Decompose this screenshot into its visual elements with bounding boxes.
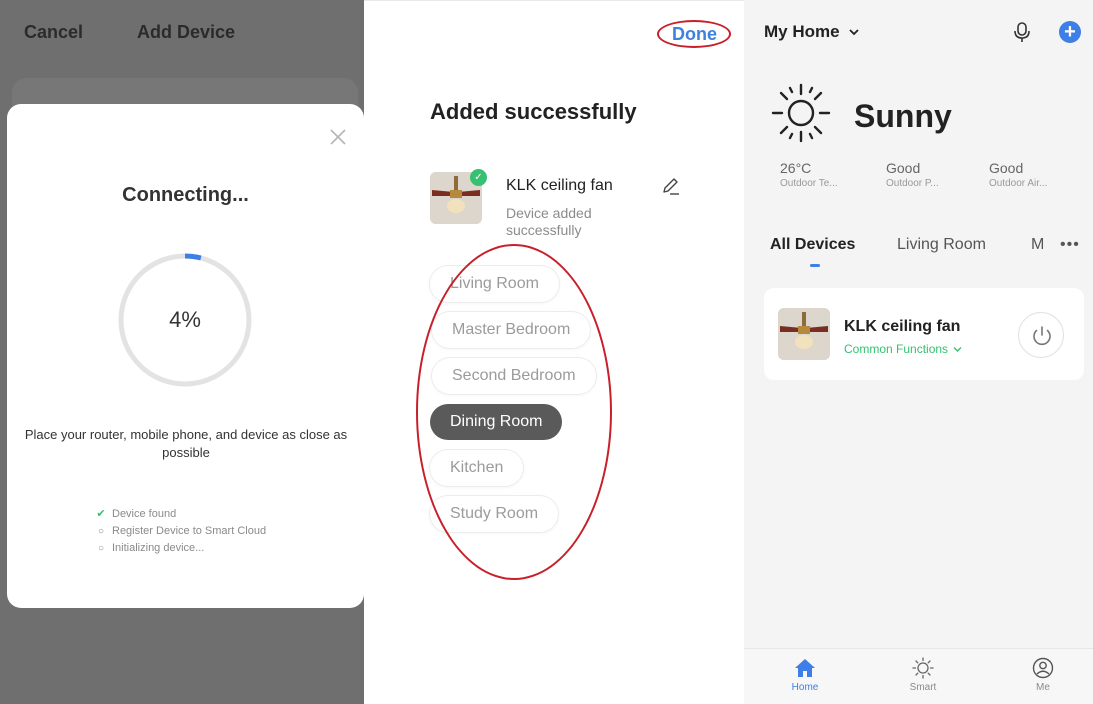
nav-me[interactable]: Me: [1013, 657, 1073, 693]
step-item: ✔ Device found: [95, 506, 266, 523]
chevron-down-icon: [953, 347, 962, 352]
progress-percent: 4%: [169, 307, 201, 332]
room-chip-second-bedroom[interactable]: Second Bedroom: [432, 358, 596, 394]
device-thumbnail: [778, 308, 830, 360]
bottom-navigation: Home Smart Me: [744, 648, 1093, 704]
edit-icon[interactable]: [660, 175, 682, 197]
room-chip-study-room[interactable]: Study Room: [430, 496, 559, 532]
connecting-dialog: Connecting... 4% Place your router, mobi…: [7, 104, 364, 608]
common-functions-link[interactable]: Common Functions: [844, 342, 962, 356]
add-device-button[interactable]: +: [1059, 21, 1081, 43]
active-tab-indicator: [810, 264, 820, 267]
add-device-header: Cancel Add Device: [0, 0, 364, 62]
placement-hint: Place your router, mobile phone, and dev…: [24, 427, 348, 460]
home-selector[interactable]: My Home: [764, 22, 860, 42]
device-status: Device added successfully: [506, 205, 592, 238]
device-name: KLK ceiling fan: [844, 318, 961, 335]
room-chip-master-bedroom[interactable]: Master Bedroom: [432, 312, 591, 348]
page-title: Add Device: [137, 22, 236, 42]
pending-dot-icon: ○: [97, 543, 105, 554]
room-chip-kitchen[interactable]: Kitchen: [430, 450, 524, 486]
added-successfully-screen: Done Added successfully ✓ KLK ceiling fa…: [364, 0, 744, 704]
tab-all-devices[interactable]: All Devices: [770, 236, 855, 254]
nav-smart[interactable]: Smart: [893, 657, 953, 693]
step-item: ○ Initializing device...: [95, 540, 266, 557]
home-icon: [795, 659, 815, 677]
pending-dot-icon: ○: [97, 526, 105, 537]
user-icon: [1032, 657, 1054, 679]
step-item: ○ Register Device to Smart Cloud: [95, 523, 266, 540]
weather-stat-temperature: 26°C Outdoor Te...: [780, 160, 838, 189]
home-header: My Home +: [744, 0, 1093, 62]
sun-icon: [912, 657, 934, 679]
success-heading: Added successfully: [430, 99, 637, 124]
weather-condition: Sunny: [854, 98, 952, 134]
device-name: KLK ceiling fan: [506, 177, 613, 194]
annotation-oval: [657, 20, 731, 48]
success-check-icon: ✓: [470, 169, 487, 186]
more-icon[interactable]: •••: [1060, 236, 1080, 254]
tab-living-room[interactable]: Living Room: [897, 236, 986, 254]
nav-home[interactable]: Home: [775, 657, 835, 693]
divider: [364, 0, 744, 10]
connection-steps: ✔ Device found ○ Register Device to Smart …: [95, 506, 266, 557]
cancel-button[interactable]: Cancel: [24, 22, 83, 43]
microphone-icon[interactable]: [1012, 21, 1032, 43]
room-chip-dining-room[interactable]: Dining Room: [430, 404, 563, 440]
device-card[interactable]: KLK ceiling fan Common Functions: [764, 288, 1084, 380]
check-icon: ✔: [96, 508, 106, 520]
connecting-title: Connecting...: [122, 184, 249, 206]
power-icon: [1033, 326, 1051, 346]
tab-more-rooms[interactable]: M: [1031, 236, 1044, 254]
power-button[interactable]: [1018, 312, 1064, 358]
room-chip-living-room[interactable]: Living Room: [430, 266, 559, 302]
close-icon[interactable]: [327, 126, 349, 148]
chevron-down-icon: [849, 29, 859, 36]
home-screen: My Home + Sunny 26°C Outdoor Te... Good …: [744, 0, 1093, 704]
weather-stat-pm: Good Outdoor P...: [886, 160, 939, 189]
add-device-screen: Cancel Add Device Connecting... 4% Place…: [0, 0, 364, 704]
ceiling-fan-icon: [778, 308, 830, 360]
sun-icon: [771, 83, 831, 143]
weather-stat-air: Good Outdoor Air...: [989, 160, 1048, 189]
